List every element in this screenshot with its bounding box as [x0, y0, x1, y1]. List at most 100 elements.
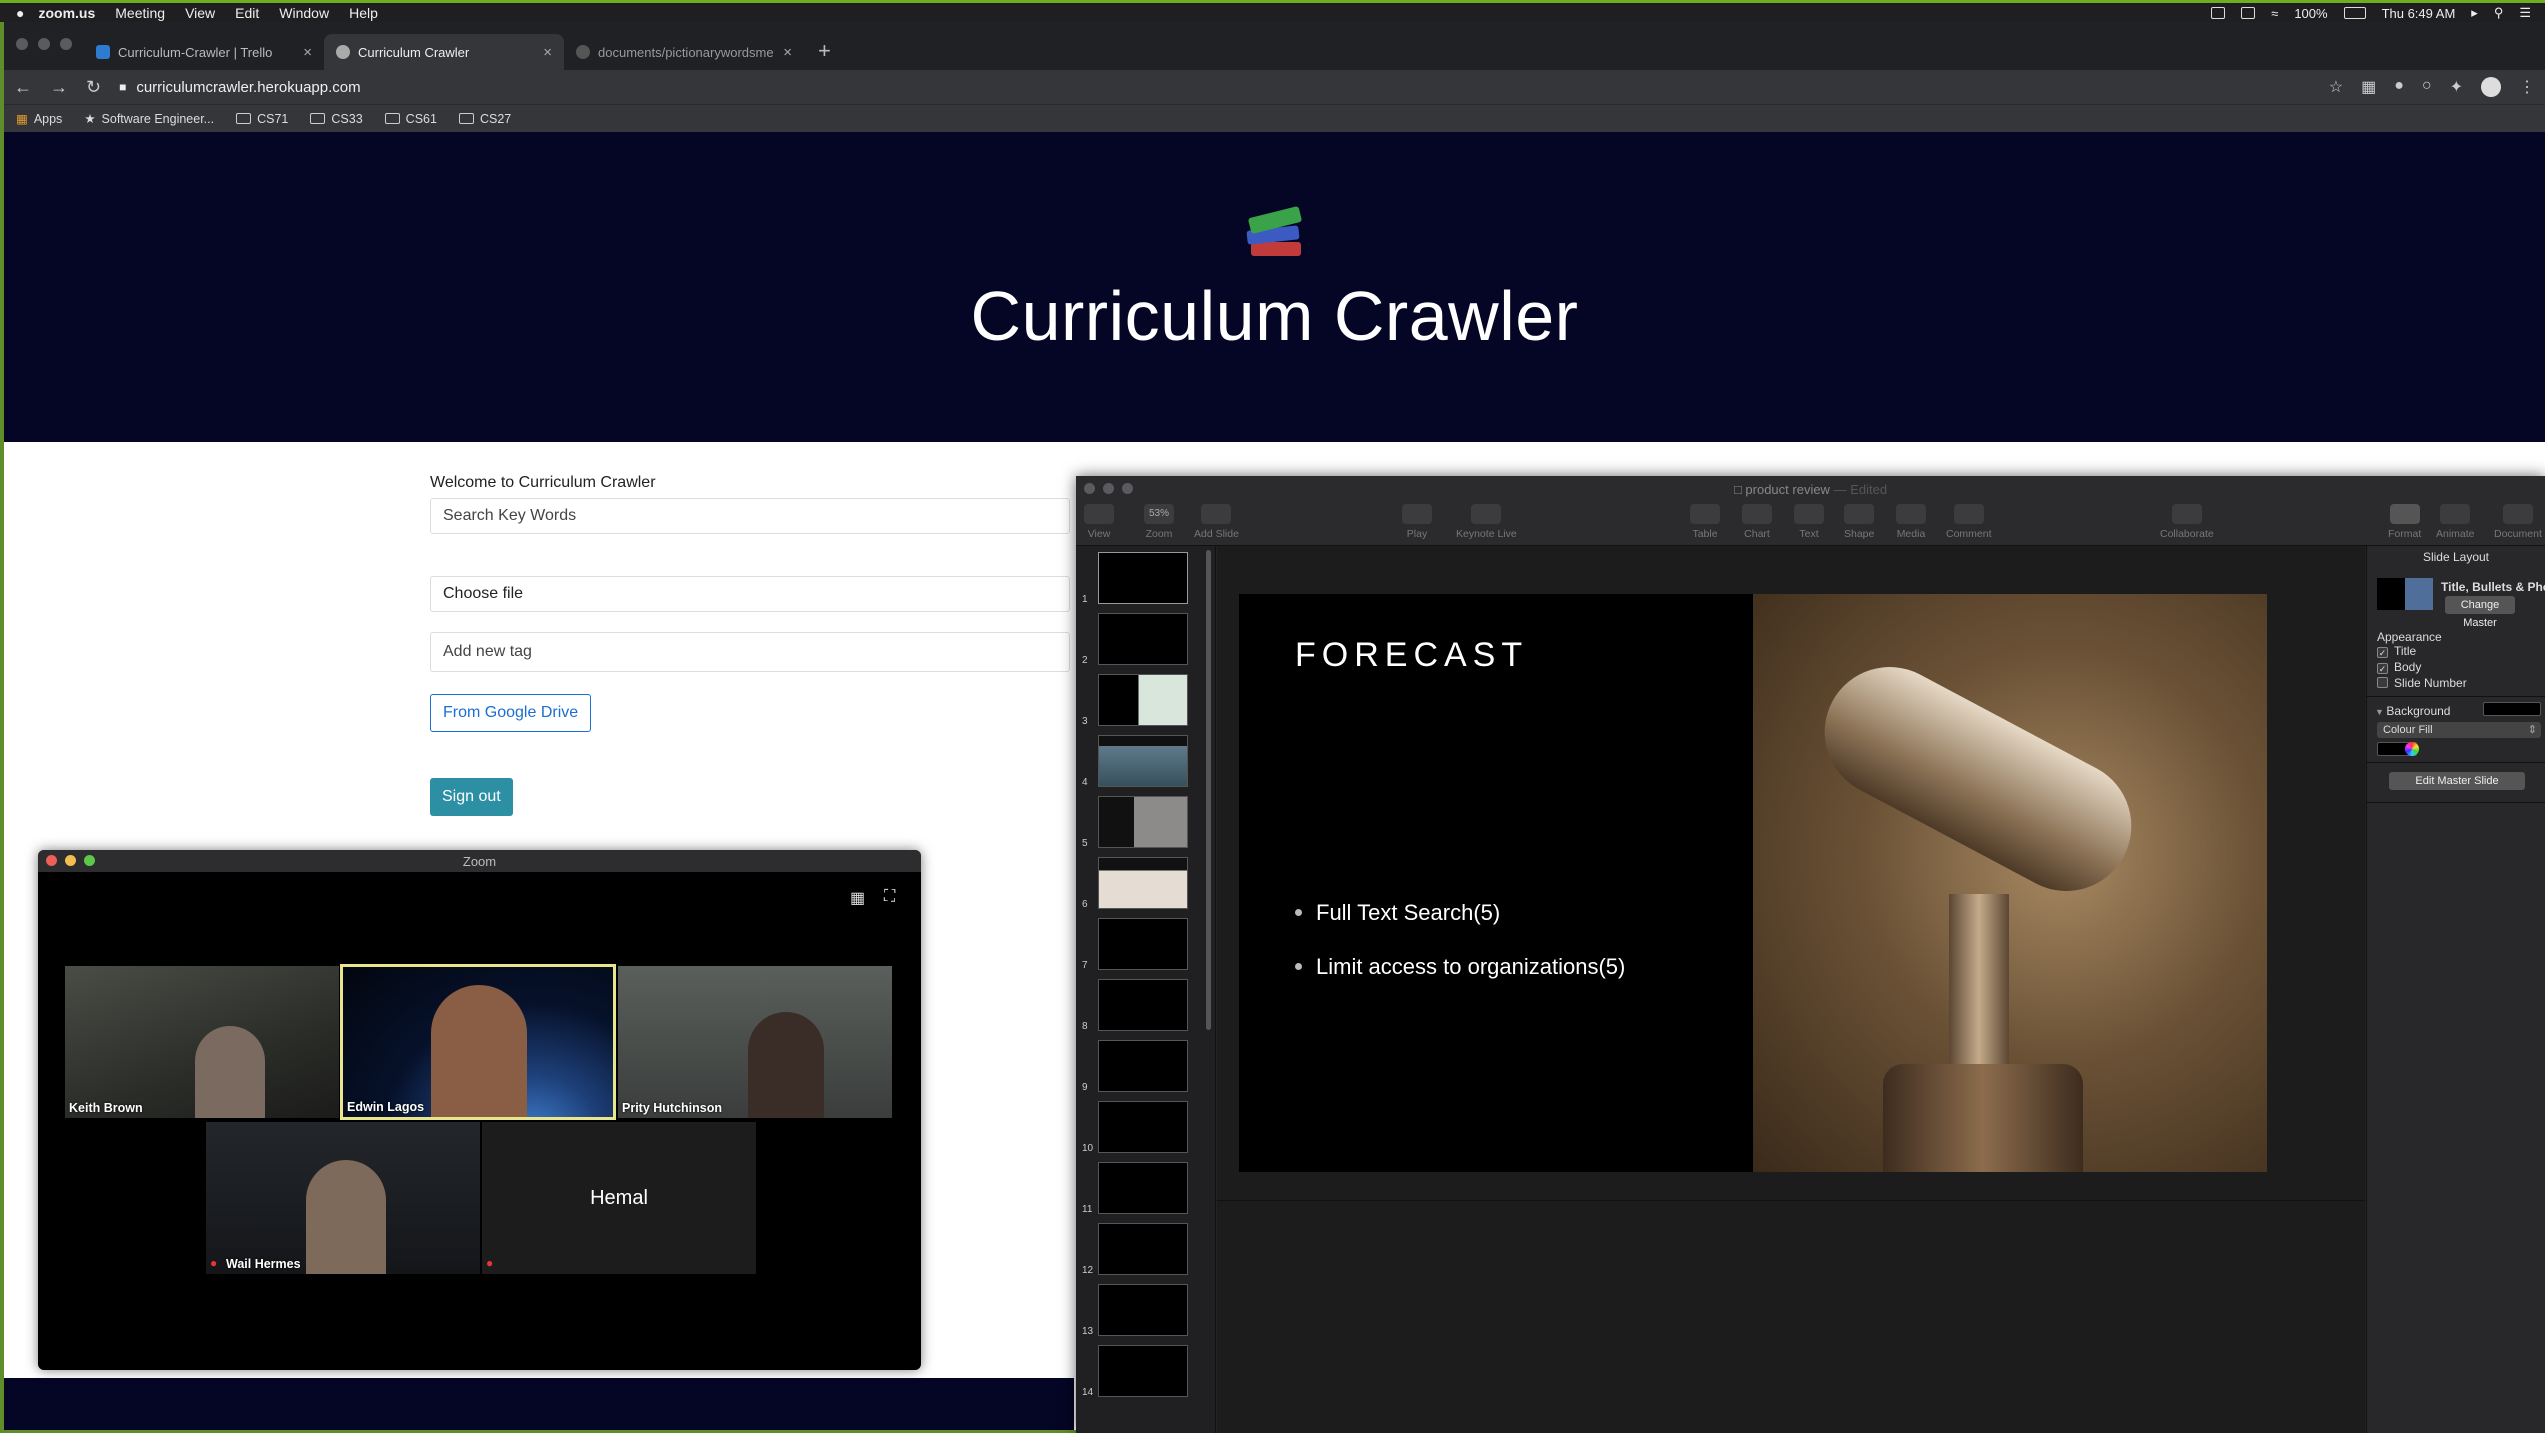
- gallery-view-icon[interactable]: ▦: [850, 888, 865, 908]
- video-edwin-lagos[interactable]: Edwin Lagos: [340, 964, 616, 1120]
- navigator-scrollbar[interactable]: [1206, 550, 1211, 1030]
- menu-view[interactable]: View: [185, 5, 215, 21]
- zoom-button[interactable]: [60, 38, 72, 50]
- slide-thumbnail[interactable]: [1098, 1345, 1188, 1397]
- zoom-menu[interactable]: 53% Zoom: [1144, 504, 1174, 540]
- control-center-icon[interactable]: ☰: [2519, 5, 2531, 21]
- slide-thumbnail[interactable]: [1098, 552, 1188, 604]
- bookmark-apps[interactable]: ▦ Apps: [16, 111, 62, 126]
- slide-thumbnail[interactable]: [1098, 1284, 1188, 1336]
- close-tab-icon[interactable]: ×: [303, 44, 312, 61]
- color-picker-icon[interactable]: [2405, 742, 2419, 756]
- slide-thumbnail[interactable]: [1098, 735, 1188, 787]
- menu-app[interactable]: zoom.us: [38, 5, 95, 21]
- animate-button[interactable]: Animate: [2436, 504, 2475, 540]
- keynote-live-button[interactable]: Keynote Live: [1456, 504, 1517, 540]
- edit-master-slide-button[interactable]: Edit Master Slide: [2389, 772, 2525, 790]
- document-button[interactable]: Document: [2494, 504, 2542, 540]
- background-color-well[interactable]: [2483, 702, 2541, 716]
- video-prity-hutchinson[interactable]: Prity Hutchinson: [618, 966, 892, 1118]
- fullscreen-icon[interactable]: ⛶: [884, 888, 895, 906]
- bookmark-software-engineer[interactable]: ★ Software Engineer...: [84, 111, 214, 126]
- tab-documents[interactable]: documents/pictionarywordsme ×: [564, 34, 804, 70]
- apple-icon[interactable]: ●: [16, 5, 24, 21]
- menu-window[interactable]: Window: [279, 5, 329, 21]
- search-input[interactable]: Search Key Words: [430, 498, 1070, 534]
- clock[interactable]: Thu 6:49 AM: [2382, 6, 2456, 21]
- bookmark-cs61[interactable]: CS61: [384, 112, 437, 126]
- view-button[interactable]: View: [1084, 504, 1114, 540]
- video-hemal[interactable]: Hemal ●: [482, 1122, 756, 1274]
- slide-thumbnail[interactable]: [1098, 1223, 1188, 1275]
- video-keith-brown[interactable]: Keith Brown: [65, 966, 339, 1118]
- table-button[interactable]: Table: [1690, 504, 1720, 540]
- bookmark-cs27[interactable]: CS27: [458, 112, 511, 126]
- slide-number-checkbox[interactable]: Slide Number: [2377, 676, 2467, 690]
- bookmark-cs71[interactable]: CS71: [236, 112, 288, 126]
- menu-help[interactable]: Help: [349, 5, 378, 21]
- fill-type-select[interactable]: Colour Fill ⇕: [2377, 722, 2541, 738]
- title-checkbox[interactable]: ✓ Title: [2377, 644, 2416, 658]
- extension-icon[interactable]: ●: [2394, 77, 2404, 97]
- shape-button[interactable]: Shape: [1844, 504, 1874, 540]
- slide-title[interactable]: FORECAST: [1295, 636, 1528, 675]
- text-button[interactable]: Text: [1794, 504, 1824, 540]
- current-slide[interactable]: FORECAST Full Text Search(5) Limit acces…: [1239, 594, 2267, 1172]
- back-icon[interactable]: ←: [14, 77, 32, 98]
- extension-icon[interactable]: ○: [2422, 77, 2432, 97]
- add-slide-button[interactable]: Add Slide: [1194, 504, 1239, 540]
- puzzle-icon[interactable]: ✦: [2450, 77, 2463, 97]
- sign-out-button[interactable]: Sign out: [430, 778, 513, 816]
- format-button[interactable]: Format: [2388, 504, 2421, 540]
- calendar-status-icon[interactable]: [2241, 7, 2256, 19]
- slide-thumbnail[interactable]: [1098, 979, 1188, 1031]
- slide-thumbnail[interactable]: [1098, 1101, 1188, 1153]
- master-thumbnail[interactable]: [2377, 578, 2433, 610]
- bookmark-cs33[interactable]: CS33: [310, 112, 363, 126]
- slide-thumbnail[interactable]: [1098, 613, 1188, 665]
- more-icon[interactable]: ⋮: [2519, 77, 2535, 97]
- zoom-status-icon[interactable]: [2211, 7, 2226, 19]
- profile-avatar[interactable]: [2481, 77, 2501, 97]
- chart-button[interactable]: Chart: [1742, 504, 1772, 540]
- slide-thumbnail[interactable]: [1098, 1162, 1188, 1214]
- tag-input[interactable]: Add new tag: [430, 632, 1070, 672]
- battery-icon[interactable]: [2343, 7, 2366, 19]
- reload-icon[interactable]: ↻: [86, 77, 101, 98]
- change-master-button[interactable]: Change Master: [2445, 596, 2515, 629]
- wifi-icon[interactable]: ≈: [2271, 6, 2278, 21]
- collaborate-button[interactable]: Collaborate: [2160, 504, 2214, 540]
- zoom-window: Zoom ▦ ⛶ Keith Brown Edwin Lagos Prity H…: [38, 850, 921, 1370]
- slide-thumbnail[interactable]: [1098, 674, 1188, 726]
- background-heading[interactable]: ▼ Background: [2375, 704, 2450, 718]
- close-tab-icon[interactable]: ×: [783, 44, 792, 61]
- slide-bullet[interactable]: Limit access to organizations(5): [1295, 954, 1625, 980]
- menu-edit[interactable]: Edit: [235, 5, 259, 21]
- comment-button[interactable]: Comment: [1946, 504, 1992, 540]
- slide-bullet[interactable]: Full Text Search(5): [1295, 900, 1500, 926]
- google-drive-button[interactable]: From Google Drive: [430, 694, 592, 732]
- menu-meeting[interactable]: Meeting: [115, 5, 165, 21]
- close-tab-icon[interactable]: ×: [543, 44, 552, 61]
- tab-trello[interactable]: Curriculum-Crawler | Trello ×: [84, 34, 324, 70]
- new-tab-button[interactable]: +: [818, 38, 831, 64]
- address-bar[interactable]: ■ curriculumcrawler.herokuapp.com: [119, 79, 361, 96]
- close-button[interactable]: [16, 38, 28, 50]
- play-button[interactable]: Play: [1402, 504, 1432, 540]
- volume-icon[interactable]: ▸: [2471, 5, 2478, 21]
- body-checkbox[interactable]: ✓ Body: [2377, 660, 2421, 674]
- telescope-photo[interactable]: [1753, 594, 2267, 1172]
- slide-thumbnail[interactable]: [1098, 918, 1188, 970]
- slide-thumbnail[interactable]: [1098, 796, 1188, 848]
- video-wail-hermes[interactable]: ● Wail Hermes: [206, 1122, 480, 1274]
- minimize-button[interactable]: [38, 38, 50, 50]
- choose-file-input[interactable]: Choose file: [430, 576, 1070, 612]
- media-button[interactable]: Media: [1896, 504, 1926, 540]
- star-icon[interactable]: ☆: [2329, 77, 2343, 97]
- slide-thumbnail[interactable]: [1098, 1040, 1188, 1092]
- forward-icon[interactable]: →: [50, 77, 68, 98]
- search-icon[interactable]: ⚲: [2494, 5, 2504, 21]
- extension-icon[interactable]: ▦: [2361, 77, 2376, 97]
- slide-thumbnail[interactable]: [1098, 857, 1188, 909]
- tab-curriculum-crawler[interactable]: Curriculum Crawler ×: [324, 34, 564, 70]
